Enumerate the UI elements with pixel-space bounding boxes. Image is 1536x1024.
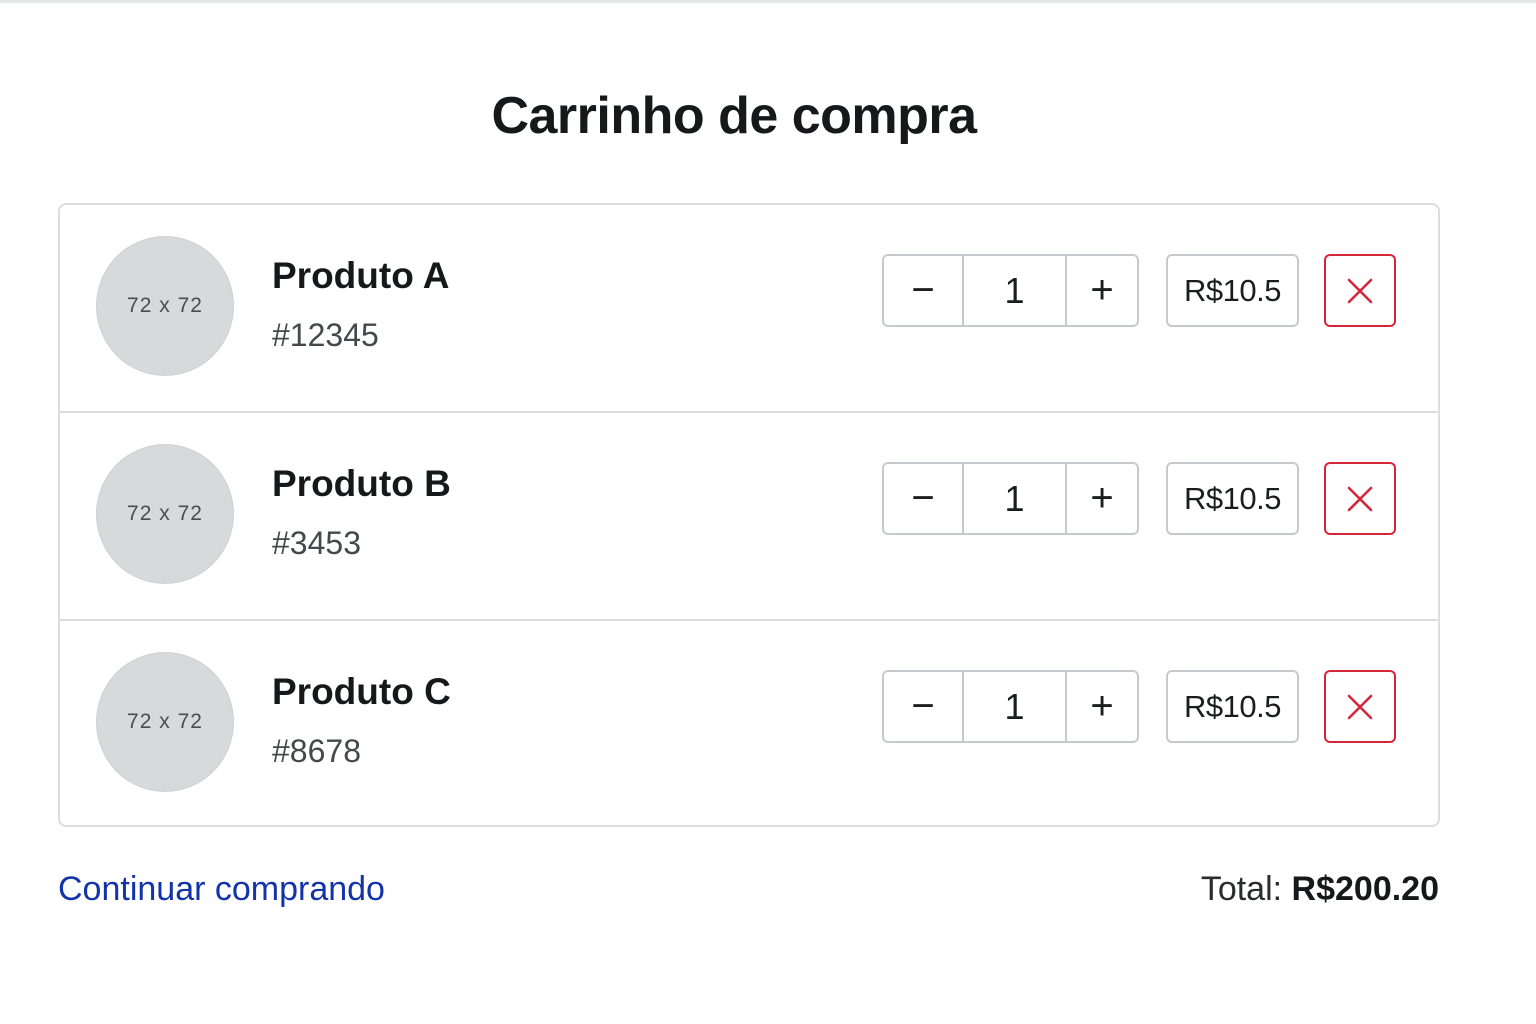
quantity-stepper: − 1 + (882, 670, 1139, 743)
decrement-button[interactable]: − (884, 464, 962, 533)
decrement-button[interactable]: − (884, 256, 962, 325)
cart-item: 72 x 72 Produto C #8678 − 1 + R$10.5 (60, 621, 1438, 825)
top-divider (0, 0, 1536, 3)
remove-item-button[interactable] (1324, 670, 1396, 743)
product-name: Produto C (272, 671, 451, 712)
item-price: R$10.5 (1166, 670, 1299, 743)
cart-total: Total: R$200.20 (1201, 870, 1439, 909)
cart-list: 72 x 72 Produto A #12345 − 1 + R$10.5 72… (58, 203, 1440, 827)
plus-icon: + (1090, 268, 1114, 312)
quantity-input[interactable]: 1 (962, 672, 1067, 741)
increment-button[interactable]: + (1067, 256, 1137, 325)
product-code: #12345 (272, 317, 379, 353)
quantity-stepper: − 1 + (882, 462, 1139, 535)
total-amount: R$200.20 (1291, 870, 1439, 908)
increment-button[interactable]: + (1067, 672, 1137, 741)
product-code: #8678 (272, 733, 361, 769)
quantity-input[interactable]: 1 (962, 464, 1067, 533)
close-icon (1347, 278, 1373, 303)
continue-shopping-link[interactable]: Continuar comprando (58, 870, 385, 909)
product-thumbnail: 72 x 72 (96, 236, 234, 376)
page-title: Carrinho de compra (491, 87, 977, 145)
item-price: R$10.5 (1166, 254, 1299, 327)
product-thumbnail: 72 x 72 (96, 652, 234, 792)
item-price: R$10.5 (1166, 462, 1299, 535)
increment-button[interactable]: + (1067, 464, 1137, 533)
decrement-button[interactable]: − (884, 672, 962, 741)
minus-icon: − (911, 268, 935, 312)
close-icon (1347, 486, 1373, 511)
product-name: Produto A (272, 255, 450, 296)
remove-item-button[interactable] (1324, 462, 1396, 535)
minus-icon: − (911, 684, 935, 728)
cart-item: 72 x 72 Produto A #12345 − 1 + R$10.5 (60, 205, 1438, 413)
plus-icon: + (1090, 684, 1114, 728)
quantity-input[interactable]: 1 (962, 256, 1067, 325)
product-name: Produto B (272, 463, 451, 504)
plus-icon: + (1090, 476, 1114, 520)
total-label: Total: (1200, 870, 1283, 908)
minus-icon: − (911, 476, 935, 520)
close-icon (1347, 694, 1373, 719)
product-code: #3453 (272, 525, 361, 561)
product-thumbnail: 72 x 72 (96, 444, 234, 584)
quantity-stepper: − 1 + (882, 254, 1139, 327)
cart-item: 72 x 72 Produto B #3453 − 1 + R$10.5 (60, 413, 1438, 621)
remove-item-button[interactable] (1324, 254, 1396, 327)
